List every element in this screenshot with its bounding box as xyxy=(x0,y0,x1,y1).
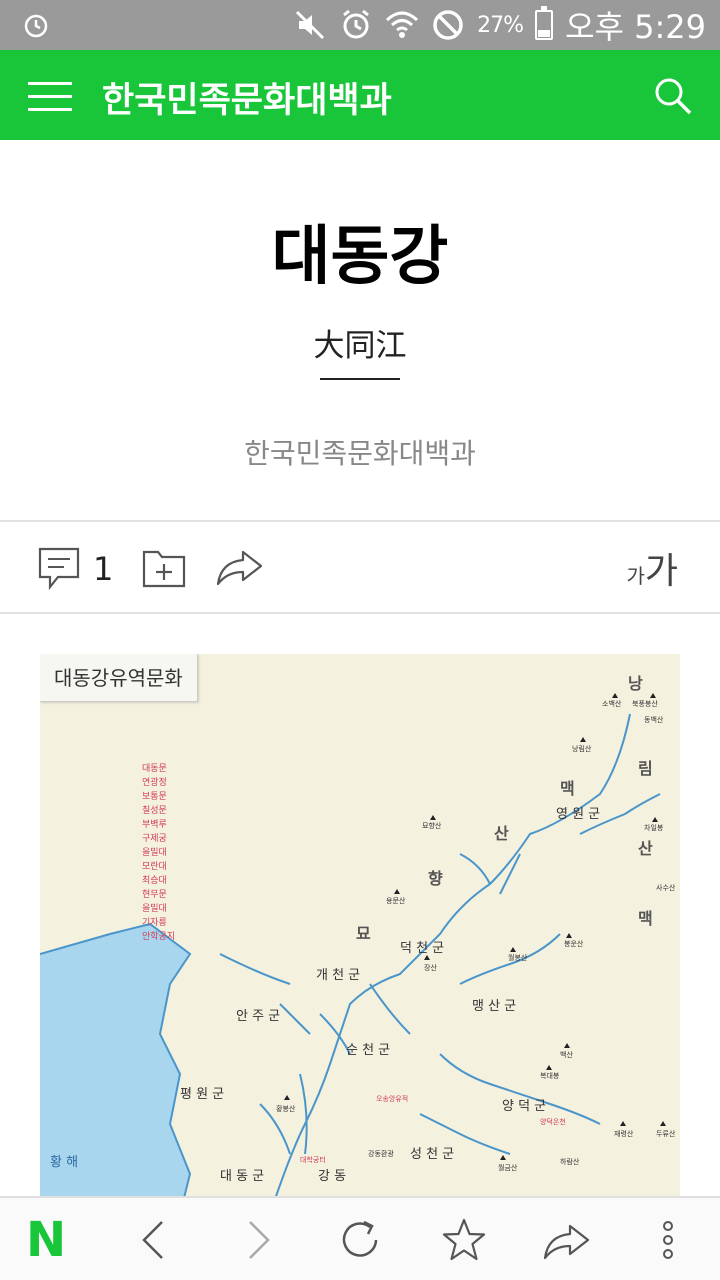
svg-text:낭림산: 낭림산 xyxy=(572,744,592,753)
share-icon[interactable] xyxy=(542,1216,590,1264)
refresh-icon[interactable] xyxy=(336,1216,384,1264)
svg-text:북풍봉산: 북풍봉산 xyxy=(632,699,658,708)
action-bar: 1 가가 xyxy=(0,522,720,612)
hanja-title: 大同江 xyxy=(313,328,407,364)
legend-item-12: 기자릉 xyxy=(142,917,167,928)
svg-text:하람산: 하람산 xyxy=(560,1157,580,1166)
more-icon[interactable] xyxy=(644,1216,692,1264)
legend-item-10: 현무문 xyxy=(142,889,167,900)
svg-text:차일봉: 차일봉 xyxy=(644,823,664,832)
svg-text:사수산: 사수산 xyxy=(656,883,676,892)
svg-text:강 동: 강 동 xyxy=(318,1169,346,1184)
svg-text:개 천 군: 개 천 군 xyxy=(316,968,360,983)
mute-icon xyxy=(296,10,325,40)
map-image[interactable]: 대동문 연광정 보통문 칠성문 부벽루 구제궁 을밀대 모란대 최승대 현무문 … xyxy=(40,654,680,1214)
clock: 오후 5:29 xyxy=(565,8,706,46)
legend-item-9: 최승대 xyxy=(142,875,167,886)
back-icon[interactable] xyxy=(130,1216,178,1264)
svg-text:강동환광: 강동환광 xyxy=(368,1149,394,1158)
svg-text:성 천 군: 성 천 군 xyxy=(410,1147,454,1162)
svg-text:덕 천 군: 덕 천 군 xyxy=(400,941,444,956)
add-folder-icon[interactable] xyxy=(142,548,186,588)
status-bar: 27% 오후 5:29 xyxy=(0,0,720,50)
svg-text:림: 림 xyxy=(638,759,653,778)
alarm-icon xyxy=(24,14,48,38)
legend-item-4: 칠성문 xyxy=(142,805,167,816)
forward-icon[interactable] xyxy=(234,1216,282,1264)
map-legend: 대동문 연광정 보통문 칠성문 부벽루 구제궁 을밀대 모란대 최승대 현무문 … xyxy=(142,763,175,942)
svg-text:봉운산: 봉운산 xyxy=(564,939,584,948)
bottom-nav: N xyxy=(0,1196,720,1280)
svg-text:백산: 백산 xyxy=(560,1050,573,1059)
legend-item-3: 보통문 xyxy=(142,791,167,802)
svg-text:용문산: 용문산 xyxy=(386,896,406,905)
svg-text:양덕온천: 양덕온천 xyxy=(540,1117,566,1126)
app-bar: 한국민족문화대백과 xyxy=(0,50,720,140)
svg-text:복대봉: 복대봉 xyxy=(540,1072,560,1080)
svg-text:오송앙유적: 오송앙유적 xyxy=(376,1094,408,1103)
menu-button[interactable] xyxy=(28,76,74,116)
font-big-label: 가 xyxy=(644,551,678,592)
legend-item-13: 안학궁지 xyxy=(142,931,175,942)
svg-text:황봉산: 황봉산 xyxy=(276,1104,296,1113)
comment-count[interactable]: 1 xyxy=(93,550,113,588)
svg-text:재령산: 재령산 xyxy=(614,1129,634,1138)
battery-percent: 27% xyxy=(477,12,524,38)
legend-item-6: 구제궁 xyxy=(142,833,167,844)
svg-text:향: 향 xyxy=(428,869,443,888)
svg-text:안 주 군: 안 주 군 xyxy=(236,1009,280,1024)
alarm-clock-icon xyxy=(343,9,370,39)
svg-text:동백산: 동백산 xyxy=(644,715,664,724)
svg-text:묘: 묘 xyxy=(356,924,371,943)
svg-text:황 해: 황 해 xyxy=(50,1155,78,1170)
svg-text:장산: 장산 xyxy=(424,963,437,972)
map-drawing: 대동문 연광정 보통문 칠성문 부벽루 구제궁 을밀대 모란대 최승대 현무문 … xyxy=(40,674,676,1214)
legend-item-11: 을밀대 xyxy=(142,902,167,914)
svg-text:산: 산 xyxy=(494,824,509,843)
svg-text:맥: 맥 xyxy=(638,909,653,928)
svg-text:묘향산: 묘향산 xyxy=(422,821,442,830)
svg-text:대 동 군: 대 동 군 xyxy=(220,1169,264,1184)
svg-text:평 원 군: 평 원 군 xyxy=(180,1087,224,1102)
svg-text:낭: 낭 xyxy=(628,674,643,693)
svg-text:영 원 군: 영 원 군 xyxy=(556,807,600,822)
svg-text:산: 산 xyxy=(638,839,653,858)
legend-item-7: 을밀대 xyxy=(142,846,167,858)
svg-text:소백산: 소백산 xyxy=(602,699,622,708)
article-header: 대동강 大同江 한국민족문화대백과 xyxy=(0,140,720,520)
divider xyxy=(0,612,720,614)
legend-item-1: 대동문 xyxy=(142,763,167,774)
font-small-label: 가 xyxy=(626,564,645,588)
comment-icon[interactable] xyxy=(38,547,80,591)
legend-item-2: 연광정 xyxy=(142,776,167,788)
map-caption: 대동강유역문화 xyxy=(40,654,198,702)
search-icon[interactable] xyxy=(652,75,694,117)
legend-item-5: 부벽루 xyxy=(142,819,167,830)
svg-text:두류산: 두류산 xyxy=(656,1129,676,1138)
peak-labels: 소백산 북풍봉산 동백산 낭림산 차일봉 묘향산 용문산 장산 사수산 봉운산 … xyxy=(276,699,676,1172)
naver-logo[interactable]: N xyxy=(26,1216,74,1264)
battery-icon xyxy=(535,6,554,40)
share-icon[interactable] xyxy=(215,548,263,586)
page-title: 대동강 xyxy=(271,220,449,294)
title-underline xyxy=(320,378,400,380)
legend-item-8: 모란대 xyxy=(142,860,167,872)
app-title[interactable]: 한국민족문화대백과 xyxy=(102,72,392,123)
svg-text:순 천 군: 순 천 군 xyxy=(346,1043,390,1058)
svg-text:양 덕 군: 양 덕 군 xyxy=(502,1099,546,1114)
svg-text:월봉산: 월봉산 xyxy=(508,953,528,962)
svg-text:맥: 맥 xyxy=(560,779,575,798)
source-label[interactable]: 한국민족문화대백과 xyxy=(0,432,720,472)
bookmark-icon[interactable] xyxy=(440,1216,488,1264)
svg-text:맹 산 군: 맹 산 군 xyxy=(472,999,516,1014)
wifi-icon xyxy=(386,11,419,38)
svg-text:대학궁터: 대학궁터 xyxy=(300,1155,326,1164)
no-disturb-icon xyxy=(433,10,463,40)
font-size-button[interactable]: 가가 xyxy=(626,542,678,592)
svg-text:월금산: 월금산 xyxy=(498,1163,518,1172)
